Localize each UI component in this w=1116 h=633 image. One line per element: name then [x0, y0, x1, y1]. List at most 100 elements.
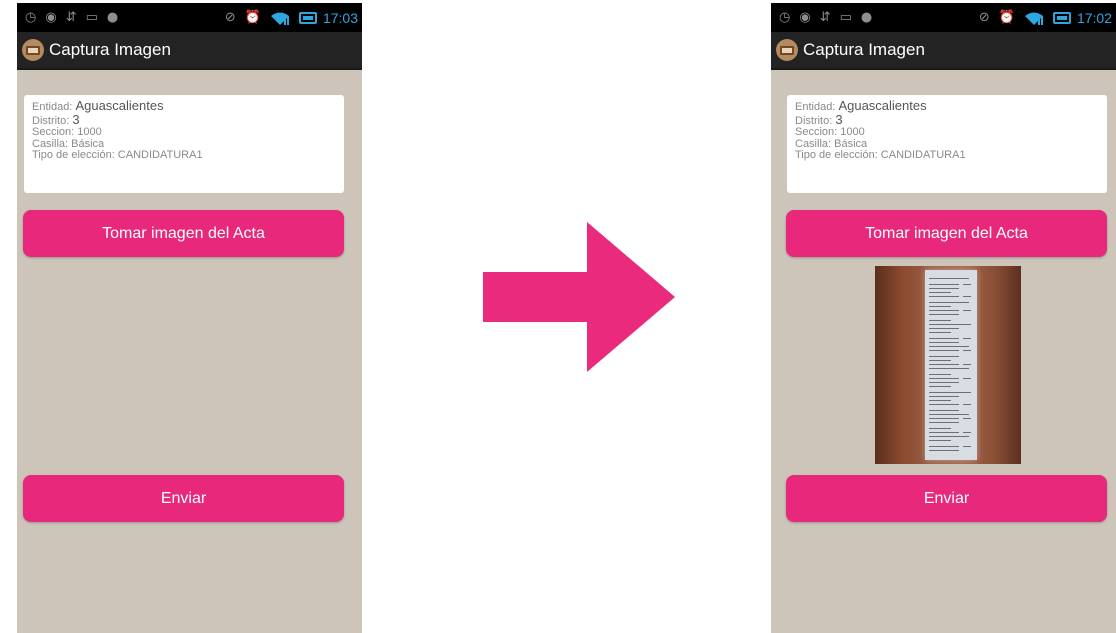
receipt-text-line — [929, 382, 959, 383]
status-time: 17:03 — [322, 9, 358, 26]
receipt-text-line — [929, 404, 959, 405]
receipt-text-line — [929, 320, 951, 321]
receipt-text-line — [929, 422, 959, 423]
receipt-value-mark — [963, 378, 971, 379]
receipt-text-line — [929, 284, 959, 285]
status-bar: ◷ ◉ ⇵ ▭ ● ⊘ ⏰ 17:03 — [17, 3, 362, 32]
receipt-value-mark — [963, 418, 971, 419]
receipt-text-line — [929, 314, 959, 315]
messenger-icon: ◉ — [799, 9, 811, 25]
receipt-text-line — [929, 356, 959, 357]
entidad-label: Entidad: — [32, 101, 73, 113]
receipt-text-line — [929, 378, 959, 379]
seccion-row: Seccion: 1000 — [795, 126, 865, 138]
receipt-text-line — [929, 332, 951, 333]
messenger-icon: ◉ — [45, 9, 57, 25]
capture-image-button[interactable]: Tomar imagen del Acta — [23, 210, 344, 257]
tipo-eleccion-row: Tipo de elección: CANDIDATURA1 — [32, 149, 203, 161]
receipt-text-line — [929, 292, 951, 293]
mute-icon: ⊘ — [978, 9, 990, 25]
distrito-label: Distrito: — [795, 114, 833, 127]
receipt-text-line — [929, 310, 959, 311]
receipt-text-line — [929, 364, 959, 365]
receipt-value-mark — [963, 364, 971, 365]
battery-icon — [298, 11, 317, 24]
election-info-card: Entidad: Aguascalientes Distrito: 3 Secc… — [24, 95, 344, 193]
app-title: Captura Imagen — [803, 40, 925, 59]
acta-receipt-image — [925, 270, 977, 460]
action-bar: Captura Imagen — [771, 32, 1116, 70]
status-time: 17:02 — [1076, 9, 1112, 26]
receipt-text-line — [929, 414, 969, 415]
receipt-text-line — [929, 436, 969, 437]
receipt-value-mark — [963, 404, 971, 405]
receipt-text-line — [929, 302, 969, 303]
receipt-text-line — [929, 346, 969, 347]
sms-icon: ▭ — [85, 9, 98, 25]
phone-screen-after: ◷ ◉ ⇵ ▭ ● ⊘ ⏰ 17:02 Captura Imagen Entid… — [771, 3, 1116, 633]
receipt-text-line — [929, 296, 959, 297]
receipt-text-line — [929, 288, 959, 289]
receipt-text-line — [929, 440, 951, 441]
send-button[interactable]: Enviar — [786, 475, 1107, 522]
receipt-value-mark — [963, 324, 971, 325]
distrito-value: 3 — [835, 111, 843, 127]
receipt-value-mark — [963, 338, 971, 339]
phone-screen-before: ◷ ◉ ⇵ ▭ ● ⊘ ⏰ 17:03 Captura Imagen Entid… — [17, 3, 362, 633]
capture-image-button[interactable]: Tomar imagen del Acta — [786, 210, 1107, 257]
mute-icon: ⊘ — [224, 9, 236, 25]
wifi-icon — [1024, 12, 1043, 25]
receipt-text-line — [929, 418, 959, 419]
receipt-text-line — [929, 350, 959, 351]
usb-icon: ⇵ — [819, 9, 831, 25]
receipt-text-line — [929, 278, 969, 279]
app-title: Captura Imagen — [49, 40, 171, 59]
receipt-text-line — [929, 410, 959, 411]
receipt-text-line — [929, 450, 959, 451]
sms-icon: ▭ — [839, 9, 852, 25]
receipt-text-line — [929, 368, 969, 369]
receipt-value-mark — [963, 350, 971, 351]
receipt-value-mark — [963, 432, 971, 433]
alarm-icon: ⏰ — [244, 9, 261, 25]
entidad-label: Entidad: — [795, 101, 836, 113]
alarm-icon: ⏰ — [998, 9, 1015, 25]
receipt-text-line — [929, 400, 951, 401]
receipt-text-line — [929, 386, 951, 387]
receipt-value-mark — [963, 284, 971, 285]
seccion-row: Seccion: 1000 — [32, 126, 102, 138]
wifi-icon — [270, 12, 289, 25]
receipt-text-line — [929, 338, 959, 339]
receipt-value-mark — [963, 310, 971, 311]
receipt-value-mark — [963, 446, 971, 447]
battery-icon — [1052, 11, 1071, 24]
game-icon: ● — [106, 9, 119, 25]
action-bar: Captura Imagen — [17, 32, 362, 70]
entidad-value: Aguascalientes — [75, 98, 164, 113]
receipt-text-line — [929, 360, 951, 361]
receipt-text-line — [929, 432, 959, 433]
send-button[interactable]: Enviar — [23, 475, 344, 522]
status-bar: ◷ ◉ ⇵ ▭ ● ⊘ ⏰ 17:02 — [771, 3, 1116, 32]
receipt-value-mark — [963, 296, 971, 297]
tipo-eleccion-row: Tipo de elección: CANDIDATURA1 — [795, 149, 966, 161]
receipt-text-line — [929, 342, 959, 343]
distrito-value: 3 — [72, 111, 80, 127]
receipt-text-line — [929, 306, 951, 307]
arrow-right-icon — [483, 222, 675, 372]
distrito-row: Distrito: 3 — [795, 111, 1099, 128]
app-logo-icon — [776, 39, 798, 61]
usb-icon: ⇵ — [65, 9, 77, 25]
entidad-value: Aguascalientes — [838, 98, 927, 113]
receipt-text-line — [929, 396, 959, 397]
captured-acta-photo — [875, 266, 1021, 464]
game-icon: ● — [860, 9, 873, 25]
app-logo-icon — [22, 39, 44, 61]
whatsapp-icon: ◷ — [779, 9, 791, 25]
receipt-value-mark — [963, 392, 971, 393]
election-info-card: Entidad: Aguascalientes Distrito: 3 Secc… — [787, 95, 1107, 193]
receipt-text-line — [929, 428, 951, 429]
comparison-canvas: ◷ ◉ ⇵ ▭ ● ⊘ ⏰ 17:03 Captura Imagen Entid… — [0, 0, 1116, 633]
whatsapp-icon: ◷ — [25, 9, 37, 25]
distrito-label: Distrito: — [32, 114, 70, 127]
